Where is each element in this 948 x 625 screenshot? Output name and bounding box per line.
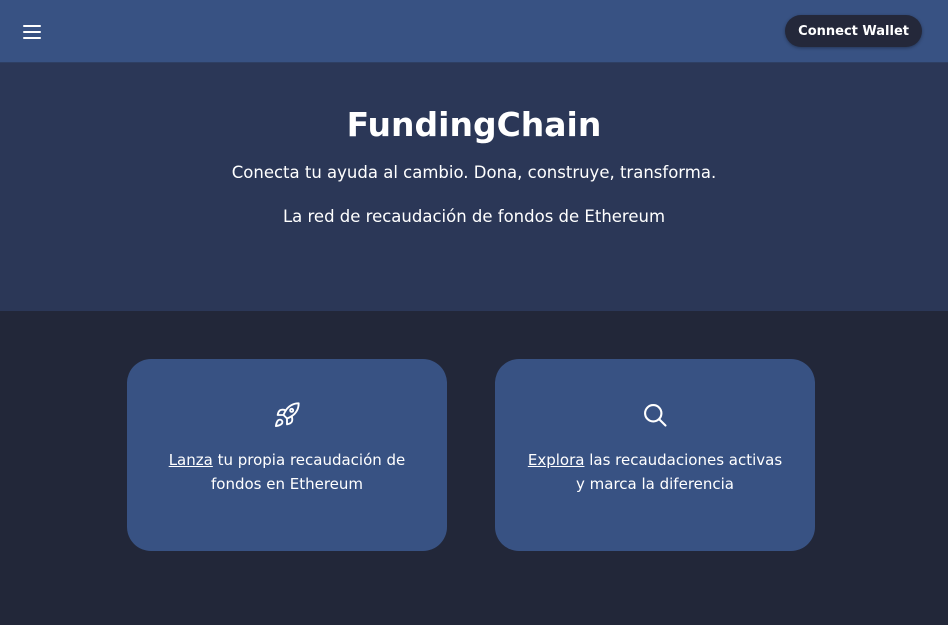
connect-wallet-button[interactable]: Connect Wallet	[785, 15, 922, 47]
explore-link[interactable]: Explora	[528, 451, 585, 469]
search-icon	[644, 404, 667, 427]
launch-link[interactable]: Lanza	[169, 451, 213, 469]
hero-tagline: La red de recaudación de fondos de Ether…	[282, 207, 666, 226]
launch-text-line1: tu propia recaudación de	[212, 451, 406, 469]
action-cards-section: Lanza tu propia recaudación de fondos en…	[0, 311, 948, 625]
hamburger-menu-icon[interactable]	[23, 20, 51, 44]
explore-card-text: Explora las recaudaciones activas y marc…	[525, 448, 785, 496]
menu-line	[23, 37, 41, 39]
explore-text-line1: las recaudaciones activas	[584, 451, 783, 469]
launch-text-line2: fondos en Ethereum	[210, 475, 364, 493]
rocket-icon	[274, 402, 300, 428]
explore-fundraisers-card[interactable]: Explora las recaudaciones activas y marc…	[495, 359, 815, 551]
hero-subtitle: Conecta tu ayuda al cambio. Dona, constr…	[231, 163, 717, 182]
menu-line	[23, 31, 41, 33]
launch-fundraiser-card[interactable]: Lanza tu propia recaudación de fondos en…	[127, 359, 447, 551]
menu-line	[23, 25, 41, 27]
hero-section: FundingChain Conecta tu ayuda al cambio.…	[0, 63, 948, 311]
page-title: FundingChain	[346, 105, 602, 144]
explore-text-line2: y marca la diferencia	[576, 475, 734, 493]
top-navbar: Connect Wallet	[0, 0, 948, 63]
launch-card-text: Lanza tu propia recaudación de fondos en…	[157, 448, 417, 496]
